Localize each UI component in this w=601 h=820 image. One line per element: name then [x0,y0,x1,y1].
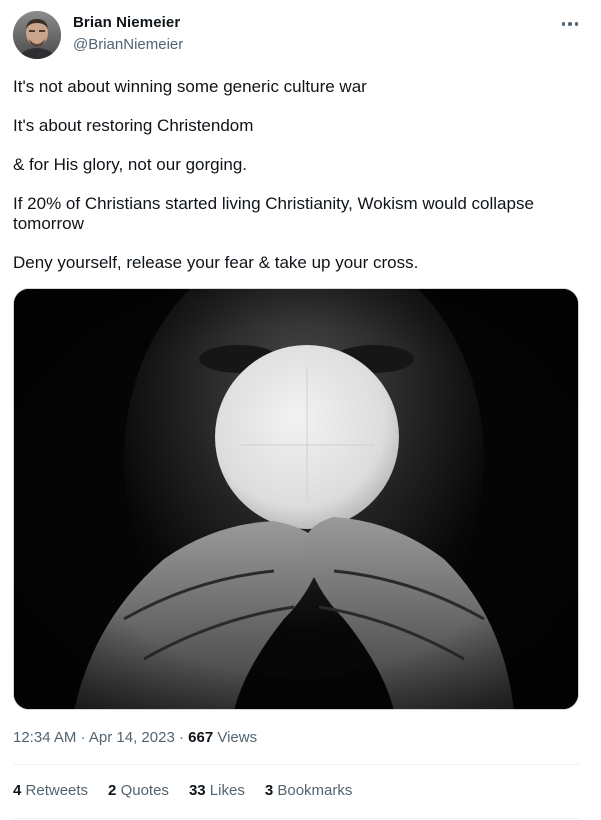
retweets-link[interactable]: 4 Retweets [13,782,88,799]
meta-separator: · [80,729,86,746]
more-dot-icon [568,22,572,26]
engagement-stats: 4 Retweets 2 Quotes 33 Likes 3 Bookmarks [13,782,372,799]
tweet-date[interactable]: Apr 14, 2023 [89,729,175,746]
author-name[interactable]: Brian Niemeier [73,14,180,31]
tweet-text: It's not about winning some generic cult… [13,77,581,273]
views-count: 667 [188,729,214,746]
tweet-metadata: 12:34 AM · Apr 14, 2023 · 667 Views [13,729,257,746]
eucharist-host-photo [14,289,578,709]
likes-label: Likes [209,782,245,799]
bookmarks-count: 3 [264,782,274,799]
bookmarks-label: Bookmarks [277,782,353,799]
tweet-paragraph: It's not about winning some generic cult… [13,77,367,96]
divider [13,764,580,765]
retweets-label: Retweets [25,782,89,799]
tweet-card: Brian Niemeier @BrianNiemeier It's not a… [0,0,601,820]
retweets-count: 4 [13,782,22,799]
likes-count: 33 [188,782,206,799]
quotes-label: Quotes [120,782,169,799]
meta-separator: · [178,729,184,746]
tweet-paragraph: It's about restoring Christendom [13,116,254,135]
tweet-paragraph: & for His glory, not our gorging. [13,155,248,174]
more-dot-icon [574,22,579,26]
likes-link[interactable]: 33 Likes [189,782,245,799]
bookmarks-link[interactable]: 3 Bookmarks [265,782,353,799]
tweet-photo[interactable] [13,288,579,710]
divider [13,818,580,819]
quotes-link[interactable]: 2 Quotes [108,782,169,799]
quotes-count: 2 [108,782,117,799]
more-dot-icon [561,22,566,26]
views-label: Views [217,729,258,746]
tweet-time[interactable]: 12:34 AM [13,729,76,746]
avatar-image [13,11,61,59]
tweet-paragraph: Deny yourself, release your fear & take … [13,253,419,272]
author-handle[interactable]: @BrianNiemeier [73,36,183,53]
avatar[interactable] [13,11,61,59]
more-options-button[interactable] [556,12,584,36]
tweet-paragraph: If 20% of Christians started living Chri… [13,194,534,233]
